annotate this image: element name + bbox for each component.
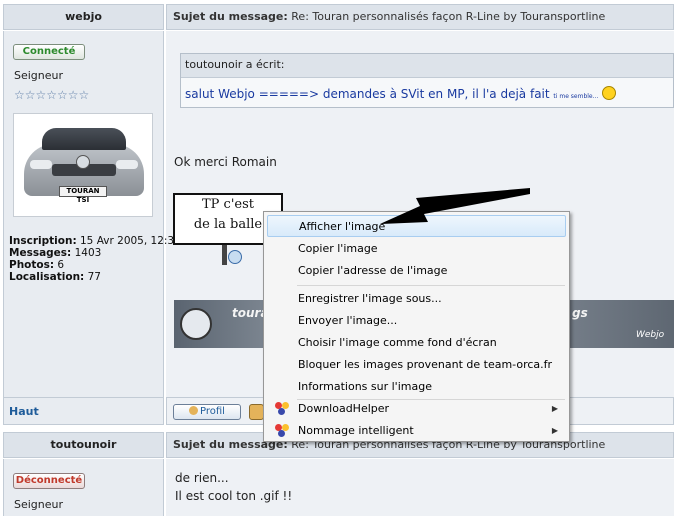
inscription-label: Inscription: [9,235,77,247]
menu-item-informations-image[interactable]: Informations sur l'image [267,376,566,398]
status-badge-disconnected: Déconnecté [13,473,85,489]
vw-logo-icon [76,155,90,169]
post2-message-line2: Il est cool ton .gif !! [175,489,293,503]
quote-body: salut Webjo =====> demandes à SVit en MP… [181,78,673,107]
annotation-arrow-icon [380,188,530,224]
context-menu: Afficher l'image Copier l'image Copier l… [263,211,570,442]
menu-item-copier-image[interactable]: Copier l'image [267,238,566,260]
pm-icon[interactable] [249,404,264,420]
quote-small-text: ti me semble... [553,93,599,100]
post2-body-column [166,459,674,516]
post1-author[interactable]: webjo [3,4,164,30]
car-headlight-left [30,160,52,169]
post2-author[interactable]: toutounoir [3,432,164,458]
menu-item-nommage-intelligent[interactable]: Nommage intelligent ▶ [267,420,566,442]
rank-stars-icon: ☆☆☆☆☆☆☆ [14,88,90,102]
smiley-icon [602,86,617,100]
menu-item-copier-adresse[interactable]: Copier l'adresse de l'image [267,260,566,282]
post2-message-line1: de rien... [175,471,229,485]
submenu-arrow-icon: ▶ [551,426,558,435]
car-headlight-right [116,160,138,169]
banner-signature: Webjo [636,330,665,340]
post1-user-info: Inscription: 15 Avr 2005, 12:39 Messages… [9,235,181,283]
profile-icon [189,406,199,415]
car-window [42,128,126,150]
photos-label: Photos: [9,259,55,271]
sign-post [222,245,227,265]
post1-subject-label: Sujet du message: [173,10,288,23]
menu-item-label: Copier l'adresse de l'image [298,264,448,277]
menu-item-downloadhelper[interactable]: DownloadHelper ▶ [267,398,566,420]
vw-logo-icon [180,308,212,340]
menu-item-label: Bloquer les images provenant de team-orc… [298,358,553,371]
menu-item-label: Choisir l'image comme fond d'écran [298,336,497,349]
menu-item-label: Enregistrer l'image sous... [298,292,442,305]
profil-label: Profil [200,406,225,417]
profil-button[interactable]: Profil [173,404,241,420]
avatar: TOURAN TSI [13,113,153,217]
inscription-value: 15 Avr 2005, 12:39 [80,235,181,247]
sign-smiley-icon [228,250,242,264]
nommage-icon [275,424,289,438]
post1-message: Ok merci Romain [174,155,277,169]
localisation-label: Localisation: [9,271,85,283]
menu-item-envoyer-image[interactable]: Envoyer l'image... [267,310,566,332]
menu-item-label: DownloadHelper [298,402,390,415]
submenu-arrow-icon: ▶ [551,404,558,413]
menu-item-label: Envoyer l'image... [298,314,398,327]
car-plate: TOURAN TSI [59,186,107,204]
menu-item-label: Informations sur l'image [298,380,432,393]
status-badge-connected: Connecté [13,44,85,60]
menu-item-label: Nommage intelligent [298,424,414,437]
menu-item-enregistrer-image[interactable]: Enregistrer l'image sous... [267,288,566,310]
quote-header: toutounoir a écrit: [181,54,673,78]
downloadhelper-icon [275,402,289,416]
forum-page: webjo Sujet du message: Re: Touran perso… [0,0,674,516]
post1-subject: Sujet du message: Re: Touran personnalis… [166,4,674,30]
messages-label: Messages: [9,247,72,259]
banner-text-right: gs [572,306,588,320]
menu-item-label: Afficher l'image [299,220,386,233]
post2-rank: Seigneur [14,498,64,511]
menu-separator [297,285,565,286]
post1-rank: Seigneur [14,69,64,82]
quote-box: toutounoir a écrit: salut Webjo =====> d… [180,53,674,108]
back-to-top-link[interactable]: Haut [9,405,39,418]
menu-item-label: Copier l'image [298,242,378,255]
menu-item-fond-ecran[interactable]: Choisir l'image comme fond d'écran [267,332,566,354]
quote-text: salut Webjo =====> demandes à SVit en MP… [185,87,550,101]
menu-item-bloquer-images[interactable]: Bloquer les images provenant de team-orc… [267,354,566,376]
localisation-value: 77 [87,271,101,283]
photos-value: 6 [57,259,65,271]
post1-subject-value: Re: Touran personnalisés façon R-Line by… [291,10,606,23]
messages-value: 1403 [74,247,102,259]
